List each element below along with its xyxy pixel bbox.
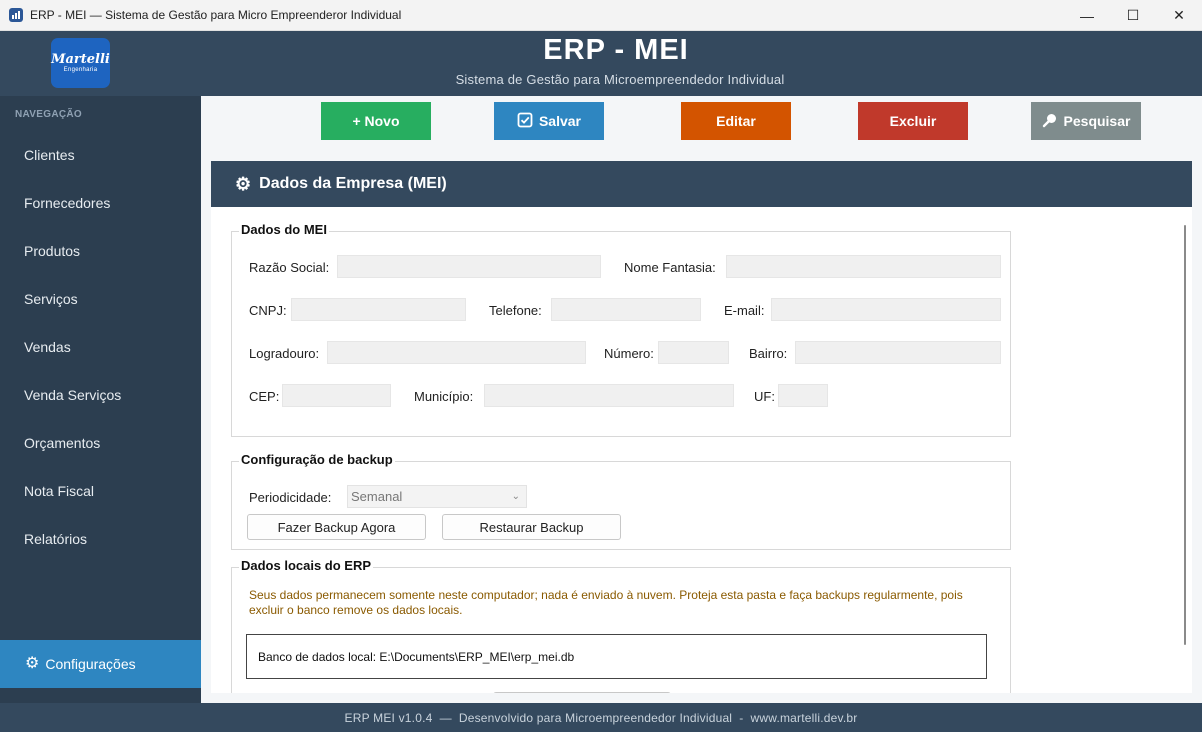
numero-field[interactable]: [658, 341, 729, 364]
maximize-icon: ☐: [1126, 7, 1140, 23]
chevron-down-icon: ⌄: [511, 491, 520, 502]
local-data-title: Dados locais do ERP: [239, 558, 374, 573]
sidebar-item-vendas[interactable]: Vendas: [0, 323, 201, 371]
vertical-scrollbar[interactable]: [1184, 225, 1186, 645]
uf-field[interactable]: [778, 384, 828, 407]
restore-backup-label: Restaurar Backup: [479, 519, 584, 535]
dados-mei-title: Dados do MEI: [239, 222, 329, 237]
window-title: ERP - MEI — Sistema de Gestão para Micro…: [30, 8, 402, 22]
dados-mei-group: Dados do MEI Razão Social: Nome Fantasia…: [231, 222, 1011, 437]
main-content: ⚙ Dados da Empresa (MEI) Dados do MEI Ra…: [201, 151, 1202, 703]
backup-title: Configuração de backup: [239, 452, 395, 467]
sidebar-item-servicos[interactable]: Serviços: [0, 275, 201, 323]
salvar-button[interactable]: Salvar: [494, 102, 604, 140]
sidebar-item-label: Vendas: [24, 339, 71, 355]
panel-header: ⚙ Dados da Empresa (MEI): [211, 161, 1192, 207]
db-path-text: Banco de dados local: E:\Documents\ERP_M…: [258, 649, 575, 664]
sidebar-item-label: Produtos: [24, 243, 81, 259]
db-path-box: Banco de dados local: E:\Documents\ERP_M…: [246, 634, 987, 679]
close-icon: ✕: [1173, 7, 1185, 23]
backup-group: Configuração de backup Periodicidade: Se…: [231, 452, 1011, 550]
sidebar-item-label: Orçamentos: [24, 435, 101, 451]
municipio-field[interactable]: [484, 384, 734, 407]
sidebar-item-venda-servicos[interactable]: Venda Serviços: [0, 371, 201, 419]
cep-label: CEP:: [249, 389, 280, 404]
sidebar-item-produtos[interactable]: Produtos: [0, 227, 201, 275]
app-footer: ERP MEI v1.0.4 — Desenvolvido para Micro…: [0, 703, 1202, 732]
sidebar-item-label: Nota Fiscal: [24, 483, 95, 499]
app-title: ERP - MEI: [543, 34, 689, 66]
close-window-button[interactable]: ✕: [1156, 0, 1202, 31]
backup-now-button[interactable]: Fazer Backup Agora: [247, 514, 426, 540]
sidebar-item-label: Configurações: [45, 656, 136, 672]
sidebar-item-label: Clientes: [24, 147, 75, 163]
search-icon: [1042, 112, 1058, 131]
privacy-warning-line-2: excluir o banco remove os dados locais.: [249, 603, 463, 617]
excluir-button[interactable]: Excluir: [858, 102, 968, 140]
uf-label: UF:: [754, 389, 775, 404]
sidebar-item-configuracoes[interactable]: ⚙ Configurações: [0, 640, 201, 688]
periodicidade-label: Periodicidade:: [249, 490, 332, 505]
municipio-label: Município:: [414, 389, 474, 404]
pesquisar-label: Pesquisar: [1063, 113, 1131, 129]
bairro-field[interactable]: [795, 341, 1001, 364]
checkbox-icon: [517, 112, 533, 131]
cnpj-field[interactable]: [291, 298, 466, 321]
toolbar: + Novo Salvar Editar Excluir Pesquisar: [201, 96, 1202, 151]
nav-heading: NAVEGAÇÃO: [15, 109, 82, 120]
app-header: Martelli Engenharia ERP - MEI Sistema de…: [0, 31, 1202, 96]
gear-icon: ⚙: [25, 655, 40, 672]
sidebar-item-orcamentos[interactable]: Orçamentos: [0, 419, 201, 467]
razao-social-label: Razão Social:: [249, 260, 330, 275]
sidebar-item-label: Relatórios: [24, 531, 88, 547]
salvar-label: Salvar: [538, 113, 582, 129]
panel-body: Dados do MEI Razão Social: Nome Fantasia…: [211, 207, 1192, 693]
gear-icon: ⚙: [235, 174, 252, 194]
backup-now-label: Fazer Backup Agora: [277, 519, 396, 535]
panel-title: Dados da Empresa (MEI): [259, 175, 447, 192]
nome-fantasia-field[interactable]: [726, 255, 1001, 278]
numero-label: Número:: [604, 346, 654, 361]
sidebar-item-label: Serviços: [24, 291, 78, 307]
sidebar-item-label: Fornecedores: [24, 195, 111, 211]
periodicidade-value: Semanal: [351, 489, 403, 504]
bairro-label: Bairro:: [749, 346, 788, 361]
sidebar: NAVEGAÇÃO Clientes Fornecedores Produtos…: [0, 96, 201, 703]
maximize-button[interactable]: ☐: [1110, 0, 1156, 31]
local-data-group: Dados locais do ERP Seus dados permanece…: [231, 558, 1011, 693]
sidebar-item-label: Venda Serviços: [24, 387, 122, 403]
window-titlebar: ERP - MEI — Sistema de Gestão para Micro…: [0, 0, 1202, 31]
excluir-label: Excluir: [889, 113, 937, 129]
sidebar-item-clientes[interactable]: Clientes: [0, 131, 201, 179]
restore-backup-button[interactable]: Restaurar Backup: [442, 514, 621, 540]
cep-field[interactable]: [282, 384, 391, 407]
novo-label: + Novo: [352, 113, 400, 129]
app-subtitle: Sistema de Gestão para Microempreendedor…: [455, 72, 785, 87]
razao-social-field[interactable]: [337, 255, 601, 278]
minimize-icon: —: [1080, 7, 1094, 24]
cnpj-label: CNPJ:: [249, 303, 287, 318]
app-icon: [9, 8, 23, 22]
email-label: E-mail:: [724, 303, 765, 318]
nome-fantasia-label: Nome Fantasia:: [624, 260, 716, 275]
logradouro-label: Logradouro:: [249, 346, 320, 361]
editar-button[interactable]: Editar: [681, 102, 791, 140]
privacy-warning-line-1: Seus dados permanecem somente neste comp…: [249, 588, 963, 602]
minimize-button[interactable]: —: [1064, 0, 1110, 31]
telefone-field[interactable]: [551, 298, 701, 321]
periodicidade-select[interactable]: Semanal ⌄: [347, 485, 527, 508]
sidebar-item-fornecedores[interactable]: Fornecedores: [0, 179, 201, 227]
footer-text: ERP MEI v1.0.4 — Desenvolvido para Micro…: [344, 710, 858, 725]
open-folder-button[interactable]: [493, 692, 671, 693]
pesquisar-button[interactable]: Pesquisar: [1031, 102, 1141, 140]
editar-label: Editar: [716, 113, 756, 129]
telefone-label: Telefone:: [489, 303, 542, 318]
logradouro-field[interactable]: [327, 341, 586, 364]
email-field[interactable]: [771, 298, 1001, 321]
sidebar-item-relatorios[interactable]: Relatórios: [0, 515, 201, 563]
sidebar-item-nota-fiscal[interactable]: Nota Fiscal: [0, 467, 201, 515]
novo-button[interactable]: + Novo: [321, 102, 431, 140]
